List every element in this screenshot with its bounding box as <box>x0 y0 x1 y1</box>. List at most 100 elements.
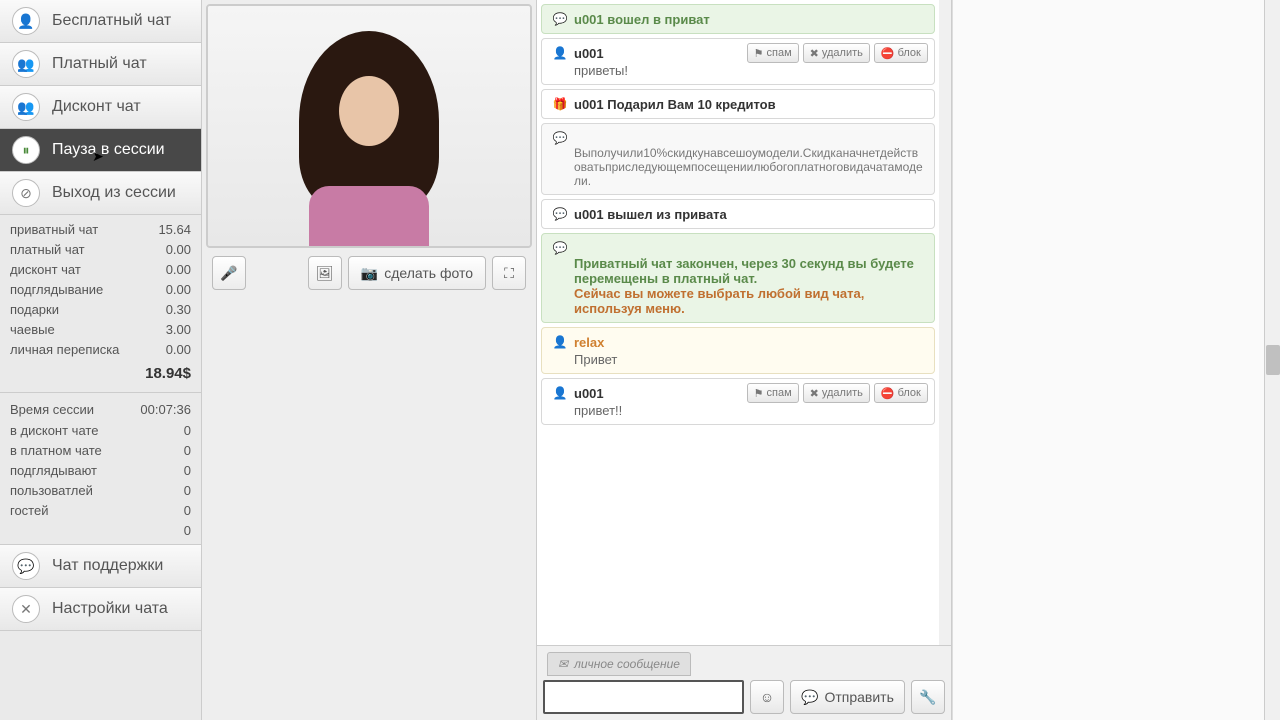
stat-value: 0 <box>184 443 191 458</box>
stat-label: личная переписка <box>10 342 119 357</box>
mic-button[interactable]: 🎤 <box>212 256 246 290</box>
stat-label: подарки <box>10 302 59 317</box>
menu-paid-chat[interactable]: 👥 Платный чат <box>0 43 201 86</box>
bubble-icon: 💬 <box>552 206 568 222</box>
menu-exit-session[interactable]: ⊘ Выход из сессии <box>0 172 201 215</box>
stat-label: подглядывание <box>10 282 103 297</box>
tools-button[interactable]: 🔧 <box>911 680 945 714</box>
msg-text: Привет <box>552 352 924 367</box>
menu-label: Настройки чата <box>52 600 168 618</box>
menu-label: Дисконт чат <box>52 98 141 116</box>
stat-label: в дисконт чате <box>10 423 98 438</box>
emoji-icon: ☺ <box>760 689 774 705</box>
user-message: 👤 u001 привет!! ⚑ спам ✖ удалить ⛔ блок <box>541 378 935 425</box>
menu-free-chat[interactable]: 👤 Бесплатный чат <box>0 0 201 43</box>
take-photo-button[interactable]: 📷 сделать фото <box>348 256 486 290</box>
menu-label: Выход из сессии <box>52 184 176 202</box>
input-area: ✉ личное сообщение ☺ 💬 Отправить 🔧 <box>537 645 951 720</box>
stat-value: 0.00 <box>166 242 191 257</box>
msg-text: u001 вышел из привата <box>574 207 727 222</box>
block-button[interactable]: ⛔ блок <box>874 43 928 63</box>
timer-label: Время сессии <box>10 402 94 417</box>
fullscreen-icon: ⛶ <box>504 265 514 282</box>
user-icon: 👤 <box>552 45 568 61</box>
bubble-icon: 💬 <box>552 11 568 27</box>
spam-button[interactable]: ⚑ спам <box>747 43 799 63</box>
delete-button[interactable]: ✖ удалить <box>803 43 870 63</box>
stat-value: 0.00 <box>166 262 191 277</box>
stat-label: чаевые <box>10 322 55 337</box>
msg-text: привет!! <box>552 403 924 418</box>
user-message: 👤 u001 приветы! ⚑ спам ✖ удалить ⛔ блок <box>541 38 935 85</box>
stat-label: подглядывают <box>10 463 97 478</box>
menu-support-chat[interactable]: 💬 Чат поддержки <box>0 545 201 588</box>
people-icon: 👥 <box>12 93 40 121</box>
photo-label: сделать фото <box>384 265 473 281</box>
chat-log[interactable]: 💬u001 вошел в приват 👤 u001 приветы! ⚑ сп… <box>537 0 939 645</box>
mail-icon: ✉ <box>558 657 568 671</box>
video-panel: 🎤 🖼 📷 сделать фото ⛶ <box>202 0 537 720</box>
pm-tab[interactable]: ✉ личное сообщение <box>547 652 691 676</box>
system-message: 💬 Выполучили10%скидкунавсешоумодели.Скид… <box>541 123 935 195</box>
gallery-icon: 🖼 <box>316 265 334 282</box>
mic-icon: 🎤 <box>220 265 237 282</box>
people-icon: 👥 <box>12 50 40 78</box>
chat-scrollbar[interactable] <box>939 0 951 645</box>
user-icon: 👤 <box>552 334 568 350</box>
stat-label: гостей <box>10 503 49 518</box>
stat-label: в платном чате <box>10 443 102 458</box>
stat-value: 15.64 <box>158 222 191 237</box>
menu-discount-chat[interactable]: 👥 Дисконт чат <box>0 86 201 129</box>
earnings-panel: приватный чат15.64 платный чат0.00 диско… <box>0 215 201 393</box>
msg-text: Приватный чат закончен, через 30 секунд … <box>574 256 924 286</box>
block-button[interactable]: ⛔ блок <box>874 383 928 403</box>
chat-icon: 💬 <box>12 552 40 580</box>
stat-value: 3.00 <box>166 322 191 337</box>
spam-button[interactable]: ⚑ спам <box>747 383 799 403</box>
menu-chat-settings[interactable]: ✕ Настройки чата <box>0 588 201 631</box>
stat-value: 0.30 <box>166 302 191 317</box>
username: relax <box>574 335 604 350</box>
video-preview <box>206 4 532 248</box>
bubble-icon: 💬 <box>801 689 818 706</box>
fullscreen-button[interactable]: ⛶ <box>492 256 526 290</box>
msg-text: u001 Подарил Вам 10 кредитов <box>574 97 776 112</box>
pause-icon: ⏸ <box>12 136 40 164</box>
system-message: 💬 Приватный чат закончен, через 30 секун… <box>541 233 935 323</box>
emoji-button[interactable]: ☺ <box>750 680 784 714</box>
stop-icon: ⊘ <box>12 179 40 207</box>
gift-icon: 🎁 <box>552 96 568 112</box>
msg-text: Выполучили10%скидкунавсешоумодели.Скидка… <box>552 146 924 188</box>
stat-value: 0.00 <box>166 282 191 297</box>
person-icon: 👤 <box>12 7 40 35</box>
username: u001 <box>574 46 604 61</box>
tools-icon: ✕ <box>12 595 40 623</box>
msg-text: Сейчас вы можете выбрать любой вид чата,… <box>574 286 924 316</box>
username: u001 <box>574 386 604 401</box>
stat-value: 0 <box>184 503 191 518</box>
chat-area: 💬u001 вошел в приват 👤 u001 приветы! ⚑ сп… <box>537 0 952 720</box>
gallery-button[interactable]: 🖼 <box>308 256 342 290</box>
sidebar: 👤 Бесплатный чат 👥 Платный чат 👥 Дисконт… <box>0 0 202 720</box>
stat-value: 0 <box>184 483 191 498</box>
system-message: 💬 u001 вышел из привата <box>541 199 935 229</box>
video-controls: 🎤 🖼 📷 сделать фото ⛶ <box>206 252 532 294</box>
stat-label: приватный чат <box>10 222 98 237</box>
delete-button[interactable]: ✖ удалить <box>803 383 870 403</box>
stat-label: дисконт чат <box>10 262 81 277</box>
stat-value: 0 <box>184 423 191 438</box>
menu-pause-session[interactable]: ⏸ Пауза в сессии <box>0 129 201 172</box>
user-icon: 👤 <box>552 385 568 401</box>
bubble-icon: 💬 <box>552 130 568 146</box>
msg-text: приветы! <box>552 63 924 78</box>
menu-label: Бесплатный чат <box>52 12 171 30</box>
send-label: Отправить <box>824 689 893 705</box>
pm-label: личное сообщение <box>574 657 680 671</box>
system-message: 💬u001 вошел в приват <box>541 4 935 34</box>
gift-message: 🎁 u001 Подарил Вам 10 кредитов <box>541 89 935 119</box>
camera-icon: 📷 <box>361 265 378 282</box>
window-scrollbar[interactable] <box>1264 0 1280 720</box>
model-message: 👤 relax Привет <box>541 327 935 374</box>
send-button[interactable]: 💬 Отправить <box>790 680 905 714</box>
message-input[interactable] <box>543 680 744 714</box>
